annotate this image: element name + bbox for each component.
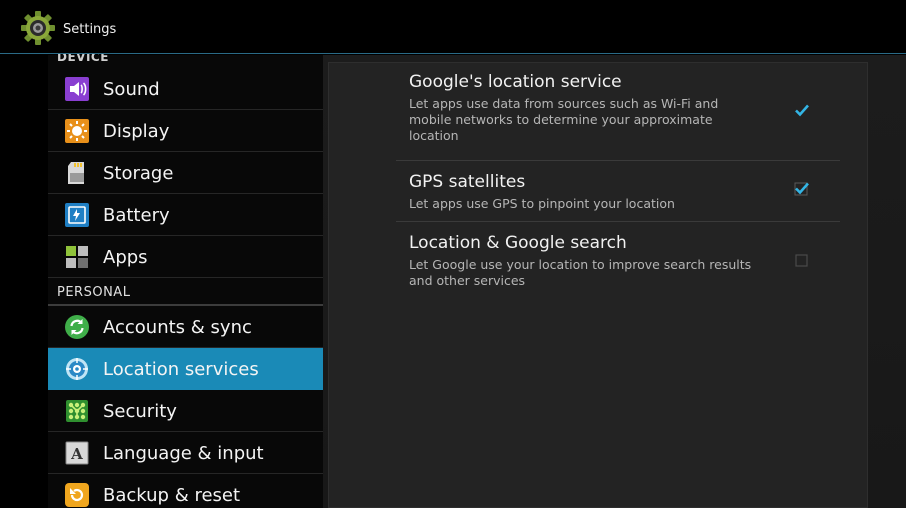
battery-icon (65, 203, 89, 227)
sidebar-item-label: Display (103, 121, 170, 142)
sidebar-item-label: Backup & reset (103, 485, 241, 506)
pref-google-location-service[interactable]: Google's location service Let apps use d… (396, 72, 840, 157)
sidebar-item-label: Language & input (103, 443, 264, 464)
sidebar-item-label: Storage (103, 163, 174, 184)
settings-gear-icon[interactable] (20, 10, 56, 46)
speaker-icon (65, 77, 89, 101)
brightness-icon (65, 119, 89, 143)
apps-grid-icon (66, 246, 88, 268)
sidebar-item-storage[interactable]: Storage (48, 152, 323, 194)
sidebar-item-label: Sound (103, 79, 160, 100)
page-title: Settings (63, 22, 117, 37)
pref-title: Location & Google search (409, 233, 627, 253)
sidebar-item-label: Apps (103, 247, 148, 268)
sync-icon (65, 315, 89, 339)
lock-grid-icon (66, 400, 88, 422)
checkbox-checked-icon[interactable] (794, 102, 810, 118)
pref-summary: Let apps use GPS to pinpoint your locati… (409, 196, 675, 211)
sd-card-icon (68, 162, 84, 184)
checkbox-checked-icon[interactable] (794, 180, 810, 196)
pref-summary: Let apps use data from sources such as W… (409, 96, 719, 143)
sidebar-item-label: Security (103, 401, 177, 422)
divider (396, 160, 840, 161)
backup-icon (65, 483, 89, 507)
pref-summary: Let Google use your location to improve … (409, 257, 752, 288)
section-header-personal: PERSONAL (48, 278, 323, 306)
sidebar-item-location-services[interactable]: Location services (48, 348, 323, 390)
sidebar-item-label: Accounts & sync (103, 317, 252, 338)
sidebar-item-label: Location services (103, 359, 259, 380)
pref-gps-satellites[interactable]: GPS satellites Let apps use GPS to pinpo… (396, 172, 840, 217)
divider (396, 221, 840, 222)
location-target-icon (66, 358, 88, 380)
svg-text:A: A (70, 445, 83, 463)
pref-title: GPS satellites (409, 172, 526, 192)
sidebar-item-display[interactable]: Display (48, 110, 323, 152)
sidebar-item-language-input[interactable]: A Language & input (48, 432, 323, 474)
pref-location-google-search[interactable]: Location & Google search Let Google use … (396, 233, 840, 303)
sidebar-item-accounts-sync[interactable]: Accounts & sync (48, 306, 323, 348)
pref-title: Google's location service (409, 72, 622, 92)
sidebar-item-sound[interactable]: Sound (48, 68, 323, 110)
section-header-device: DEVICE (57, 54, 109, 62)
checkbox-unchecked-icon[interactable] (794, 253, 810, 269)
sidebar-item-battery[interactable]: Battery (48, 194, 323, 236)
keyboard-a-icon: A (65, 441, 89, 465)
sidebar-item-backup-reset[interactable]: Backup & reset (48, 474, 323, 508)
sidebar-item-label: Battery (103, 205, 170, 226)
sidebar-item-apps[interactable]: Apps (48, 236, 323, 278)
sidebar-item-security[interactable]: Security (48, 390, 323, 432)
title-bar: Settings (0, 0, 906, 54)
